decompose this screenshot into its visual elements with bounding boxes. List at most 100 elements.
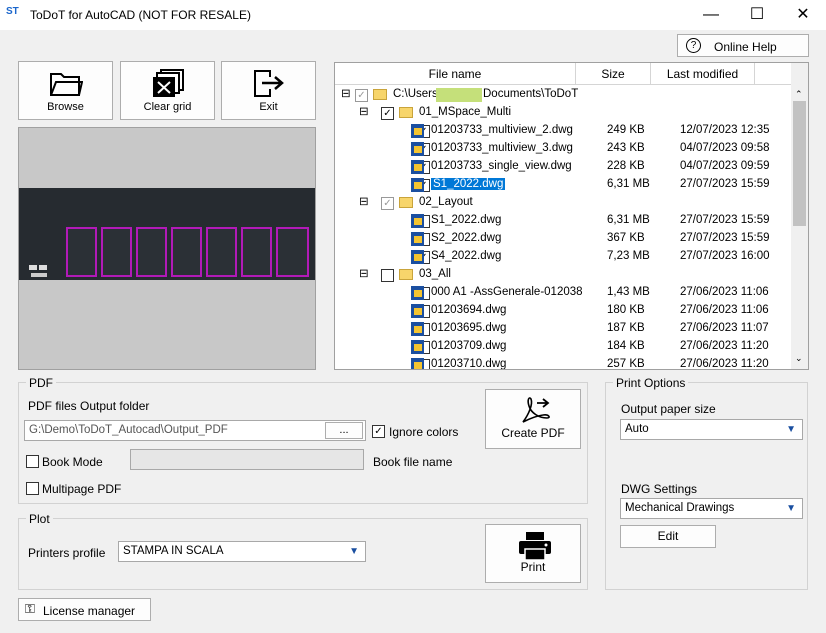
file-name-cell: S4_2022.dwg <box>431 250 502 262</box>
book-file-name-input[interactable] <box>130 449 364 470</box>
tree-folder-row[interactable]: ⊟ ✓ 01_MSpace_Multi <box>335 104 790 122</box>
pdf-icon <box>522 397 550 423</box>
dropdown-arrow-icon: ▼ <box>786 503 796 514</box>
tree-file-row[interactable]: ✓01203733_single_view.dwg228 KB04/07/202… <box>335 158 790 176</box>
file-date-cell: 27/06/2023 11:06 <box>680 304 769 316</box>
preview-sheet <box>276 227 309 277</box>
edit-button[interactable]: Edit <box>620 525 716 548</box>
column-header-size[interactable]: Size <box>576 63 651 85</box>
folder-open-icon <box>50 73 83 96</box>
column-header-last-modified[interactable]: Last modified <box>651 63 755 85</box>
file-name-cell: S2_2022.dwg <box>431 232 502 244</box>
file-name-cell: 01203710.dwg <box>431 358 507 370</box>
close-icon[interactable]: ✕ <box>780 0 826 30</box>
row-checkbox[interactable]: ✓ <box>381 197 394 210</box>
file-date-cell: 27/07/2023 16:00 <box>680 250 770 262</box>
expand-toggle-icon[interactable]: ⊟ <box>359 194 369 208</box>
browse-button[interactable]: Browse <box>18 61 113 120</box>
print-options-group-label: Print Options <box>613 376 689 390</box>
tree-folder-row[interactable]: ⊟ 03_All <box>335 266 790 284</box>
file-name-cell: S1_2022.dwg <box>431 214 502 226</box>
paper-size-label: Output paper size <box>621 402 716 416</box>
scroll-down-icon[interactable]: ⌄ <box>795 353 803 364</box>
dwg-file-icon <box>411 178 424 192</box>
tree-folder-row[interactable]: ⊟ ✓ 02_Layout <box>335 194 790 212</box>
exit-label: Exit <box>259 101 278 113</box>
multipage-pdf-checkbox[interactable] <box>26 482 39 495</box>
multipage-pdf-label: Multipage PDF <box>42 482 122 496</box>
preview-sheet <box>66 227 97 277</box>
dropdown-arrow-icon: ▼ <box>349 546 359 557</box>
root-path-prefix: C:\Users <box>393 88 438 100</box>
pdf-group-label: PDF <box>26 376 56 390</box>
folder-icon <box>399 269 413 280</box>
dwg-settings-select[interactable]: Mechanical Drawings ▼ <box>620 498 803 519</box>
printers-profile-select[interactable]: STAMPA IN SCALA ▼ <box>118 541 366 562</box>
tree-file-row[interactable]: 000 A1 -AssGenerale-012038 1,43 MB 27/06/2… <box>335 284 790 302</box>
tree-file-row[interactable]: ✓01203733_multiview_3.dwg243 KB04/07/202… <box>335 140 790 158</box>
tree-file-row[interactable]: S1_2022.dwg 6,31 MB 27/07/2023 15:59 <box>335 212 790 230</box>
book-mode-checkbox[interactable] <box>26 455 39 468</box>
printer-icon <box>519 532 551 561</box>
dwg-file-icon <box>411 232 424 246</box>
ignore-colors-label: Ignore colors <box>389 425 459 439</box>
preview-sheet <box>206 227 237 277</box>
minimize-icon[interactable]: — <box>688 0 734 30</box>
file-name-cell: 01203694.dwg <box>431 304 507 316</box>
scroll-thumb[interactable] <box>793 101 806 226</box>
online-help-button[interactable]: ? Online Help <box>677 34 809 57</box>
ignore-colors-checkbox[interactable]: ✓ <box>372 425 385 438</box>
printers-profile-label: Printers profile <box>28 546 106 560</box>
clear-grid-button[interactable]: Clear grid <box>120 61 215 120</box>
row-checkbox[interactable] <box>381 269 394 282</box>
print-button[interactable]: Print <box>485 524 581 583</box>
tree-file-row[interactable]: ✓01203733_multiview_2.dwg249 KB12/07/202… <box>335 122 790 140</box>
folder-icon <box>373 89 387 100</box>
file-date-cell: 04/07/2023 09:58 <box>680 142 770 154</box>
create-pdf-button[interactable]: Create PDF <box>485 389 581 449</box>
tree-file-row[interactable]: 01203709.dwg 184 KB 27/06/2023 11:20 <box>335 338 790 356</box>
folder-icon <box>399 107 413 118</box>
tree-file-row[interactable]: 01203694.dwg 180 KB 27/06/2023 11:06 <box>335 302 790 320</box>
tree-root-row[interactable]: ⊟ ✓ C:\Users Documents\ToDoT <box>335 86 790 104</box>
preview-sheet <box>136 227 167 277</box>
preview-sheet <box>101 227 132 277</box>
file-size-cell: 249 KB <box>607 124 645 136</box>
dwg-file-icon <box>411 286 424 300</box>
expand-toggle-icon[interactable]: ⊟ <box>341 86 351 100</box>
output-folder-input[interactable]: G:\Demo\ToDoT_Autocad\Output_PDF ... <box>24 420 366 441</box>
expand-toggle-icon[interactable]: ⊟ <box>359 104 369 118</box>
file-grid[interactable]: File name Size Last modified ⊟ ✓ C:\User… <box>334 62 809 370</box>
file-size-cell: 257 KB <box>607 358 645 370</box>
license-manager-button[interactable]: ⚿ License manager <box>18 598 151 621</box>
book-file-name-label: Book file name <box>373 455 453 469</box>
dwg-file-icon <box>411 340 424 354</box>
vertical-scrollbar[interactable]: ⌃ ⌄ <box>791 63 808 369</box>
dropdown-arrow-icon: ▼ <box>786 424 796 435</box>
file-name-cell: 01203709.dwg <box>431 340 507 352</box>
create-pdf-label: Create PDF <box>501 426 565 440</box>
tree-file-row[interactable]: ✓S1_2022.dwg6,31 MB27/07/2023 15:59 <box>335 176 790 194</box>
tree-file-row[interactable]: 01203710.dwg 257 KB 27/06/2023 11:20 <box>335 356 790 370</box>
file-name-cell: 01203733_single_view.dwg <box>431 160 572 172</box>
scroll-up-icon[interactable]: ⌃ <box>795 89 803 100</box>
paper-size-select[interactable]: Auto ▼ <box>620 419 803 440</box>
exit-button[interactable]: Exit <box>221 61 316 120</box>
expand-toggle-icon[interactable]: ⊟ <box>359 266 369 280</box>
browse-folder-button[interactable]: ... <box>325 422 363 439</box>
row-checkbox[interactable]: ✓ <box>381 107 394 120</box>
file-size-cell: 180 KB <box>607 304 645 316</box>
file-name-cell: 03_All <box>419 268 451 280</box>
file-size-cell: 243 KB <box>607 142 645 154</box>
column-header-file-name[interactable]: File name <box>335 63 576 85</box>
maximize-icon[interactable]: ☐ <box>734 0 780 30</box>
root-checkbox[interactable]: ✓ <box>355 89 368 102</box>
file-size-cell: 6,31 MB <box>607 214 650 226</box>
tree-file-row[interactable]: 01203695.dwg 187 KB 27/06/2023 11:07 <box>335 320 790 338</box>
file-name-cell: 01203695.dwg <box>431 322 507 334</box>
file-date-cell: 27/06/2023 11:06 <box>680 286 769 298</box>
tree-file-row[interactable]: S2_2022.dwg 367 KB 27/07/2023 15:59 <box>335 230 790 248</box>
file-date-cell: 04/07/2023 09:59 <box>680 160 770 172</box>
tree-file-row[interactable]: ✓S4_2022.dwg7,23 MB27/07/2023 16:00 <box>335 248 790 266</box>
file-size-cell: 184 KB <box>607 340 645 352</box>
